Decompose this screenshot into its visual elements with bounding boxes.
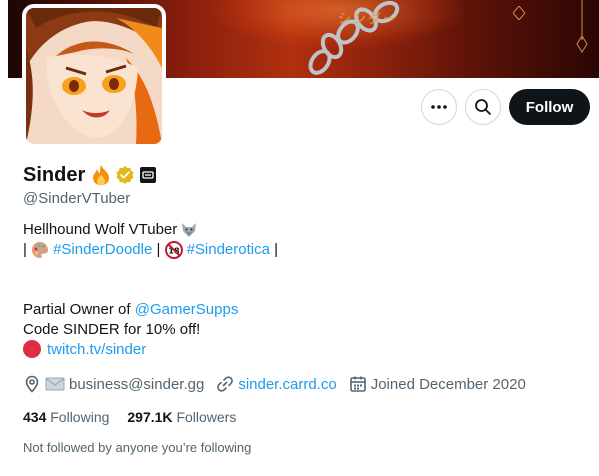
wolf-emoji-icon xyxy=(180,221,198,239)
profile-handle: @SinderVTuber xyxy=(23,190,131,207)
calendar-icon xyxy=(349,375,367,393)
website-link[interactable]: sinder.carrd.co xyxy=(238,376,336,393)
following-count: 434 xyxy=(23,409,47,425)
diamond-decoration-icon xyxy=(513,6,525,20)
search-profile-button[interactable] xyxy=(465,89,501,125)
bio-title: Hellhound Wolf VTuber xyxy=(23,221,178,238)
followers-stat[interactable]: 297.1K Followers xyxy=(127,409,236,425)
followers-you-know-note: Not followed by anyone you’re following xyxy=(23,440,252,455)
search-icon xyxy=(475,99,491,115)
profile-avatar[interactable] xyxy=(22,4,166,148)
hashtag-sinderotica-link[interactable]: #Sinderotica xyxy=(187,240,270,260)
red-circle-icon xyxy=(23,340,41,358)
fire-icon xyxy=(90,164,112,186)
affiliate-badge-icon[interactable] xyxy=(139,166,157,184)
bio-line-1: Hellhound Wolf VTuber xyxy=(23,220,583,240)
avatar-illustration xyxy=(26,8,162,144)
discount-code-text: Code SINDER for 10% off! xyxy=(23,321,201,338)
pipe-separator: | xyxy=(23,241,32,258)
verified-badge-icon[interactable] xyxy=(115,165,135,185)
envelope-icon xyxy=(45,376,65,392)
joined-date-text: Joined December 2020 xyxy=(370,375,526,393)
more-horizontal-icon xyxy=(431,105,447,109)
chain-pendant-icon xyxy=(576,0,588,53)
page-edge xyxy=(0,0,8,78)
name-row: Sinder xyxy=(23,163,157,187)
profile-meta-row: business@sinder.gg sinder.carrd.co Joine… xyxy=(23,374,538,394)
followers-count: 297.1K xyxy=(127,409,173,425)
banner-title-text: シンダー xyxy=(338,12,399,27)
more-options-button[interactable] xyxy=(421,89,457,125)
twitch-row: twitch.tv/sinder xyxy=(23,340,146,358)
bio-line-owner: Partial Owner of @GamerSupps xyxy=(23,300,583,320)
bio-line-2: | #SinderDoodle | 18 #Sinderotica | xyxy=(23,240,583,260)
location-pin-icon xyxy=(23,375,41,393)
pipe-separator: | xyxy=(152,241,165,258)
website-item: sinder.carrd.co xyxy=(216,375,337,393)
no-under-18-icon: 18 xyxy=(164,241,183,259)
joined-item: Joined December 2020 xyxy=(349,375,526,393)
location-item: business@sinder.gg xyxy=(23,375,204,393)
owner-prefix: Partial Owner of xyxy=(23,301,135,318)
palette-emoji-icon xyxy=(31,241,49,259)
hashtag-sinderdoodle-link[interactable]: #SinderDoodle xyxy=(53,240,152,260)
profile-bio: Hellhound Wolf VTuber | #SinderDoodle | … xyxy=(23,220,583,340)
twitch-link[interactable]: twitch.tv/sinder xyxy=(47,341,146,358)
link-icon xyxy=(216,375,234,393)
display-name: Sinder xyxy=(23,163,86,186)
pipe-separator: | xyxy=(269,241,279,258)
following-label: Following xyxy=(50,409,110,425)
followers-label: Followers xyxy=(176,409,237,425)
gamersupps-mention-link[interactable]: @GamerSupps xyxy=(135,300,239,320)
bio-line-code: Code SINDER for 10% off! xyxy=(23,320,583,340)
following-stat[interactable]: 434 Following xyxy=(23,409,109,425)
location-email-text: business@sinder.gg xyxy=(69,375,205,393)
follow-button[interactable]: Follow xyxy=(509,89,590,125)
follow-stats: 434 Following 297.1K Followers xyxy=(23,409,254,425)
